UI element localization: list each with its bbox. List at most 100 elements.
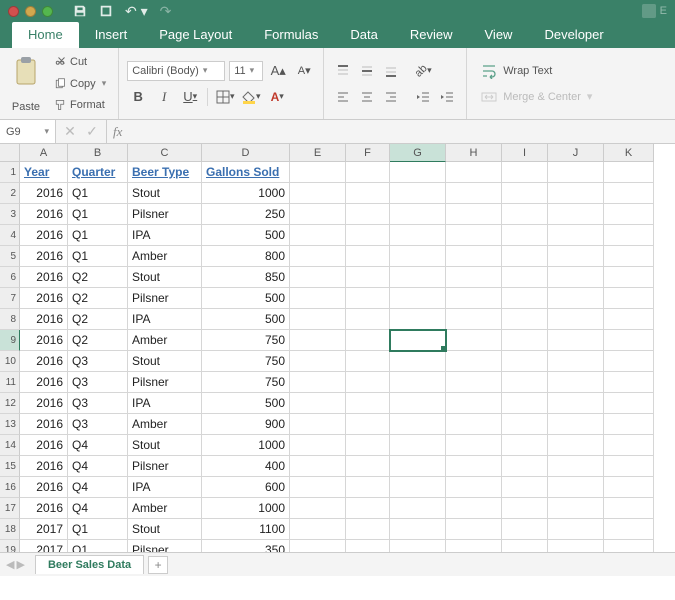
paste-button[interactable]: Paste (8, 52, 44, 115)
cell[interactable] (446, 330, 502, 351)
cell[interactable] (604, 519, 654, 540)
cell[interactable] (290, 183, 346, 204)
column-header[interactable]: K (604, 144, 654, 162)
cell[interactable]: 2016 (20, 183, 68, 204)
row-header[interactable]: 8 (0, 309, 20, 330)
cell[interactable]: IPA (128, 477, 202, 498)
align-bottom-button[interactable] (380, 60, 402, 82)
save-alt-icon[interactable] (99, 4, 113, 18)
cell[interactable] (290, 519, 346, 540)
cell[interactable] (390, 246, 446, 267)
cell[interactable]: 250 (202, 204, 290, 225)
cell[interactable]: Amber (128, 330, 202, 351)
cell[interactable] (446, 414, 502, 435)
row-header[interactable]: 3 (0, 204, 20, 225)
cell[interactable] (604, 246, 654, 267)
row-header[interactable]: 6 (0, 267, 20, 288)
cell[interactable] (390, 477, 446, 498)
cell[interactable] (390, 204, 446, 225)
cell[interactable] (290, 162, 346, 183)
tab-nav-last[interactable]: ▶ (16, 558, 24, 571)
cell[interactable]: Q1 (68, 183, 128, 204)
sheet-tab-active[interactable]: Beer Sales Data (35, 555, 144, 574)
cell[interactable] (390, 309, 446, 330)
column-header[interactable]: G (390, 144, 446, 162)
cell[interactable] (604, 204, 654, 225)
cell[interactable] (446, 393, 502, 414)
cell[interactable] (502, 330, 548, 351)
wrap-text-button[interactable]: Wrap Text (475, 60, 598, 82)
cell[interactable]: 2016 (20, 435, 68, 456)
shrink-font-button[interactable]: A▾ (293, 60, 315, 82)
cell[interactable] (446, 477, 502, 498)
close-window-icon[interactable] (8, 6, 19, 17)
cell[interactable] (502, 435, 548, 456)
cell[interactable] (502, 225, 548, 246)
cell[interactable] (502, 309, 548, 330)
cell[interactable]: Stout (128, 351, 202, 372)
align-left-button[interactable] (332, 86, 354, 108)
cell[interactable] (290, 267, 346, 288)
cell[interactable] (346, 351, 390, 372)
cell[interactable] (604, 393, 654, 414)
cell[interactable] (290, 393, 346, 414)
cell[interactable]: 1100 (202, 519, 290, 540)
cell[interactable]: Q1 (68, 225, 128, 246)
cell[interactable] (548, 393, 604, 414)
ribbon-tab-formulas[interactable]: Formulas (248, 22, 334, 48)
cell[interactable] (390, 267, 446, 288)
cell[interactable] (390, 372, 446, 393)
cell[interactable]: Gallons Sold (202, 162, 290, 183)
cell[interactable]: Pilsner (128, 288, 202, 309)
row-header[interactable]: 13 (0, 414, 20, 435)
cell[interactable] (390, 435, 446, 456)
cell[interactable] (346, 372, 390, 393)
row-header[interactable]: 16 (0, 477, 20, 498)
cell[interactable] (548, 414, 604, 435)
cell[interactable]: 750 (202, 372, 290, 393)
format-painter-button[interactable]: Format (50, 95, 110, 115)
column-header[interactable]: H (446, 144, 502, 162)
cell[interactable] (502, 288, 548, 309)
cell[interactable]: 2016 (20, 414, 68, 435)
cell[interactable]: 2016 (20, 477, 68, 498)
cell[interactable] (290, 351, 346, 372)
column-header[interactable]: C (128, 144, 202, 162)
ribbon-tab-developer[interactable]: Developer (528, 22, 619, 48)
cell[interactable]: Stout (128, 267, 202, 288)
cell[interactable] (604, 330, 654, 351)
fill-color-button[interactable]: ▾ (240, 86, 262, 108)
cell[interactable] (604, 309, 654, 330)
cell[interactable] (604, 267, 654, 288)
cell[interactable]: 750 (202, 351, 290, 372)
cell[interactable] (346, 477, 390, 498)
cell[interactable] (502, 246, 548, 267)
row-header[interactable]: 7 (0, 288, 20, 309)
cell[interactable]: Stout (128, 183, 202, 204)
row-header[interactable]: 1 (0, 162, 20, 183)
cell[interactable]: 2016 (20, 204, 68, 225)
cell[interactable]: 2016 (20, 225, 68, 246)
row-header[interactable]: 2 (0, 183, 20, 204)
cell[interactable] (390, 456, 446, 477)
row-header[interactable]: 5 (0, 246, 20, 267)
cell[interactable] (548, 372, 604, 393)
cell[interactable] (446, 225, 502, 246)
cell[interactable] (390, 225, 446, 246)
orientation-button[interactable]: ab▾ (412, 60, 434, 82)
cell[interactable]: Pilsner (128, 372, 202, 393)
cell[interactable]: 2016 (20, 288, 68, 309)
cell[interactable] (604, 162, 654, 183)
font-size-select[interactable]: 11▾ (229, 61, 263, 81)
cell[interactable] (604, 456, 654, 477)
column-header[interactable]: F (346, 144, 390, 162)
column-header[interactable]: B (68, 144, 128, 162)
cell[interactable]: Q3 (68, 372, 128, 393)
cell[interactable] (346, 162, 390, 183)
cell[interactable] (548, 498, 604, 519)
fx-label[interactable]: fx (107, 124, 128, 140)
cell[interactable] (548, 246, 604, 267)
row-header[interactable]: 15 (0, 456, 20, 477)
cell[interactable] (446, 162, 502, 183)
increase-indent-button[interactable] (436, 86, 458, 108)
